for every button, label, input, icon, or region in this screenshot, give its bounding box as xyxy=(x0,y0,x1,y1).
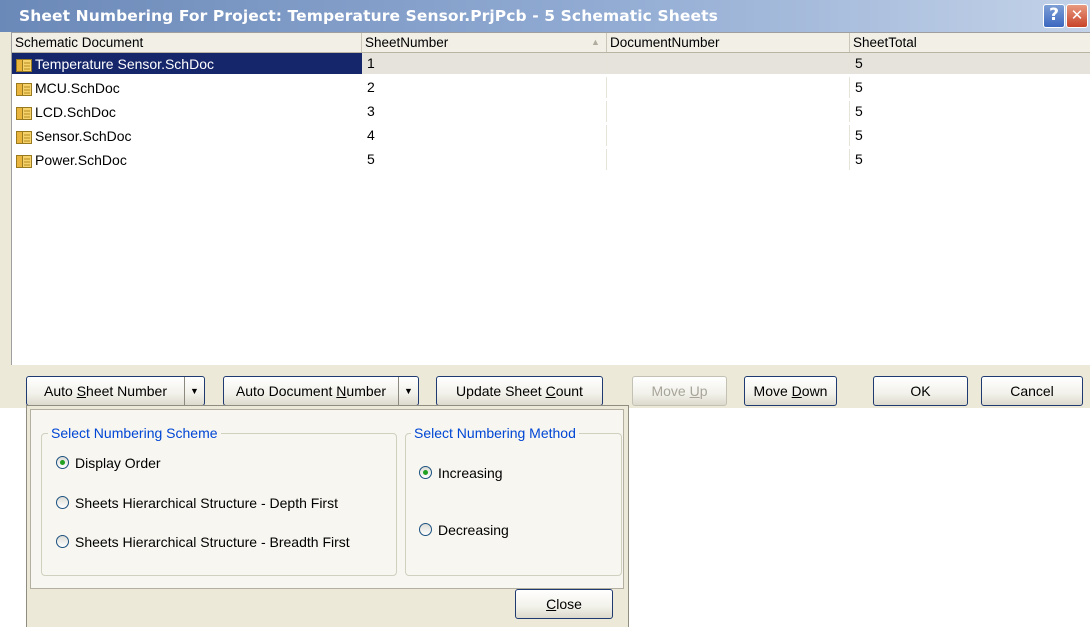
document-name: LCD.SchDoc xyxy=(35,103,116,120)
help-button[interactable]: ? xyxy=(1043,4,1065,28)
cell-sheet-number[interactable]: 2 xyxy=(362,77,607,98)
cell-sheet-total[interactable]: 5 xyxy=(850,101,1090,122)
radio-unchecked-icon[interactable] xyxy=(56,535,69,548)
schematic-document-icon xyxy=(16,57,32,72)
cell-sheet-number[interactable]: 4 xyxy=(362,125,607,146)
schematic-document-icon xyxy=(16,105,32,120)
auto-document-number-button[interactable]: Auto Document Number ▼ xyxy=(223,376,419,406)
table-row[interactable]: LCD.SchDoc 3 5 xyxy=(12,101,1090,122)
table-row[interactable]: MCU.SchDoc 2 5 xyxy=(12,77,1090,98)
auto-sheet-number-button[interactable]: Auto Sheet Number ▼ xyxy=(26,376,205,406)
close-window-button[interactable]: ✕ xyxy=(1066,4,1088,28)
column-header-schematic-document[interactable]: Schematic Document xyxy=(12,33,362,52)
column-header-document-number[interactable]: DocumentNumber xyxy=(607,33,850,52)
cell-sheet-number[interactable]: 3 xyxy=(362,101,607,122)
radio-label: Display Order xyxy=(75,455,161,471)
cell-sheet-number[interactable]: 5 xyxy=(362,149,607,170)
cell-schematic-document[interactable]: LCD.SchDoc xyxy=(12,101,362,122)
schematic-document-icon xyxy=(16,153,32,168)
move-down-button[interactable]: Move Down xyxy=(744,376,837,406)
radio-label: Decreasing xyxy=(438,522,509,538)
cell-sheet-total[interactable]: 5 xyxy=(850,77,1090,98)
column-header-sheet-total[interactable]: SheetTotal xyxy=(850,33,1090,52)
table-row[interactable]: Temperature Sensor.SchDoc 1 5 xyxy=(12,53,1090,74)
radio-unchecked-icon[interactable] xyxy=(419,523,432,536)
cell-schematic-document[interactable]: Sensor.SchDoc xyxy=(12,125,362,146)
cell-sheet-total[interactable]: 5 xyxy=(850,125,1090,146)
numbering-method-group: Select Numbering Method Increasing Decre… xyxy=(405,425,622,576)
auto-document-number-label[interactable]: Auto Document Number xyxy=(224,377,398,405)
cell-document-number[interactable] xyxy=(607,101,850,122)
auto-sheet-number-popup: Select Numbering Scheme Display Order Sh… xyxy=(26,405,629,627)
numbering-scheme-title: Select Numbering Scheme xyxy=(48,425,221,441)
document-name: Temperature Sensor.SchDoc xyxy=(35,55,214,72)
cell-document-number[interactable] xyxy=(607,149,850,170)
ok-button[interactable]: OK xyxy=(873,376,968,406)
cell-document-number[interactable] xyxy=(607,53,850,74)
grid-header: Schematic Document SheetNumber ▲ Documen… xyxy=(12,33,1090,53)
numbering-scheme-group: Select Numbering Scheme Display Order Sh… xyxy=(41,425,397,576)
update-sheet-count-button[interactable]: Update Sheet Count xyxy=(436,376,603,406)
cancel-button[interactable]: Cancel xyxy=(981,376,1083,406)
sheet-grid: Schematic Document SheetNumber ▲ Documen… xyxy=(11,32,1090,365)
radio-checked-icon[interactable] xyxy=(419,466,432,479)
document-name: Power.SchDoc xyxy=(35,151,127,168)
document-name: Sensor.SchDoc xyxy=(35,127,132,144)
chevron-down-icon[interactable]: ▼ xyxy=(184,377,204,405)
sort-ascending-icon: ▲ xyxy=(591,37,600,47)
numbering-options-panel: Select Numbering Scheme Display Order Sh… xyxy=(30,409,624,589)
schematic-document-icon xyxy=(16,81,32,96)
table-row[interactable]: Sensor.SchDoc 4 5 xyxy=(12,125,1090,146)
document-name: MCU.SchDoc xyxy=(35,79,120,96)
radio-checked-icon[interactable] xyxy=(56,456,69,469)
chevron-down-icon[interactable]: ▼ xyxy=(398,377,418,405)
radio-unchecked-icon[interactable] xyxy=(56,496,69,509)
move-up-button[interactable]: Move Up xyxy=(632,376,727,406)
dialog-title: Sheet Numbering For Project: Temperature… xyxy=(19,7,718,25)
cell-sheet-number[interactable]: 1 xyxy=(362,53,607,74)
radio-label: Increasing xyxy=(438,465,503,481)
cell-document-number[interactable] xyxy=(607,77,850,98)
column-header-sheet-number[interactable]: SheetNumber xyxy=(362,33,607,52)
cell-sheet-total[interactable]: 5 xyxy=(850,149,1090,170)
cell-document-number[interactable] xyxy=(607,125,850,146)
sheet-numbering-dialog: Sheet Numbering For Project: Temperature… xyxy=(0,0,1090,408)
numbering-method-title: Select Numbering Method xyxy=(411,425,579,441)
schematic-document-icon xyxy=(16,129,32,144)
cell-sheet-total[interactable]: 5 xyxy=(850,53,1090,74)
title-bar: Sheet Numbering For Project: Temperature… xyxy=(0,0,1090,32)
radio-label: Sheets Hierarchical Structure - Depth Fi… xyxy=(75,495,338,511)
close-popup-button[interactable]: Close xyxy=(515,589,613,619)
radio-label: Sheets Hierarchical Structure - Breadth … xyxy=(75,534,350,550)
cell-schematic-document[interactable]: MCU.SchDoc xyxy=(12,77,362,98)
auto-sheet-number-label[interactable]: Auto Sheet Number xyxy=(27,377,184,405)
table-row[interactable]: Power.SchDoc 5 5 xyxy=(12,149,1090,170)
cell-schematic-document[interactable]: Power.SchDoc xyxy=(12,149,362,170)
cell-schematic-document[interactable]: Temperature Sensor.SchDoc xyxy=(12,53,362,74)
